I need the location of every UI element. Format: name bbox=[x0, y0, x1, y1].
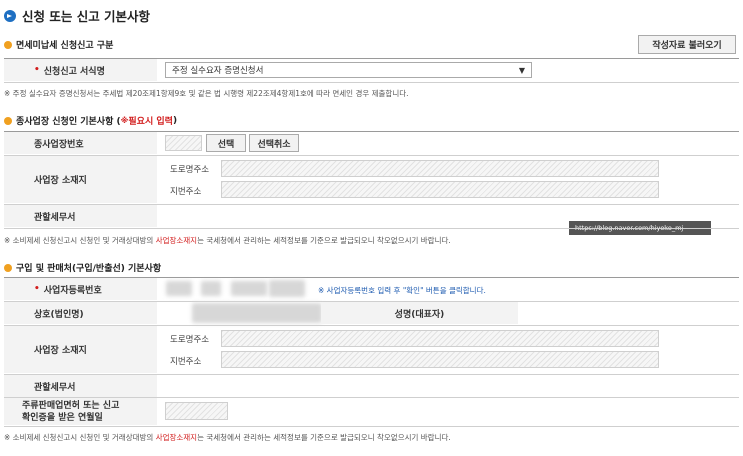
road-address-input[interactable] bbox=[221, 330, 659, 347]
lot-address-label: 지번주소 bbox=[170, 187, 202, 197]
row-label-reg-no: • 사업자등록번호 bbox=[4, 278, 157, 300]
divider bbox=[4, 426, 739, 427]
divider bbox=[4, 82, 739, 83]
lot-address-input[interactable] bbox=[221, 181, 659, 198]
reg-no-hint: ※ 사업자등록번호 입력 후 "확인" 버튼을 클릭합니다. bbox=[318, 286, 486, 295]
row-label-license-date: 주류판매업면허 또는 신고 확인증을 받은 연월일 bbox=[4, 398, 157, 425]
reg-no-part2-input[interactable] bbox=[201, 281, 221, 296]
road-address-input[interactable] bbox=[221, 160, 659, 177]
bullet-icon bbox=[4, 263, 12, 272]
bullet-icon bbox=[4, 116, 12, 125]
license-date-input[interactable] bbox=[165, 402, 228, 420]
arrow-circle-icon bbox=[4, 9, 16, 22]
required-star-icon: • bbox=[34, 65, 40, 75]
form-name-select[interactable]: 주정 실수요자 증명신청서 ▼ bbox=[165, 62, 532, 78]
row-label-representative: 성명(대표자) bbox=[321, 302, 518, 324]
reg-no-part3-input[interactable] bbox=[231, 281, 267, 296]
section-heading-exemption: 면세미납세 신청신고 구분 bbox=[4, 38, 113, 51]
lot-address-label: 지번주소 bbox=[170, 357, 202, 367]
form-note: ※ 주정 실수요자 증명신청서는 주세법 제20조제1항제9호 및 같은 법 시… bbox=[4, 89, 409, 98]
row-label-sub-business-no: 종사업장번호 bbox=[4, 132, 157, 154]
divider bbox=[4, 228, 739, 229]
row-label-company: 상호(법인명) bbox=[4, 302, 157, 324]
required-mark-icon: ※ bbox=[120, 116, 129, 125]
road-address-label: 도로명주소 bbox=[170, 335, 210, 345]
row-label-address: 사업장 소재지 bbox=[4, 326, 157, 373]
bullet-icon bbox=[4, 40, 12, 49]
sub-business-no-input[interactable] bbox=[165, 135, 202, 151]
company-name-value bbox=[192, 303, 322, 323]
select-button[interactable]: 선택 bbox=[206, 134, 246, 152]
load-saved-data-button[interactable]: 작성자료 불러오기 bbox=[638, 35, 736, 54]
row-label-tax-office: 관할세무서 bbox=[4, 375, 157, 397]
lot-address-input[interactable] bbox=[221, 351, 659, 368]
chevron-down-icon: ▼ bbox=[518, 65, 525, 75]
confirm-button[interactable] bbox=[269, 280, 305, 297]
row-label-form-name: • 신청신고 서식명 bbox=[4, 59, 157, 81]
road-address-label: 도로명주소 bbox=[170, 165, 210, 175]
row-label-tax-office: 관할세무서 bbox=[4, 205, 157, 227]
address-note: ※ 소비제세 신청신고시 신청인 및 거래상대방의 사업장소재지는 국세청에서 … bbox=[4, 433, 451, 442]
section-heading-applicant: 종사업장 신청인 기본사항 (※ 필요시 입력) bbox=[4, 114, 177, 127]
reg-no-part1-input[interactable] bbox=[166, 281, 192, 296]
required-star-icon: • bbox=[34, 284, 40, 294]
section-heading-counterparty: 구입 및 판매처(구입/반출선) 기본사항 bbox=[4, 261, 161, 274]
deselect-button[interactable]: 선택취소 bbox=[249, 134, 299, 152]
row-label-address: 사업장 소재지 bbox=[4, 156, 157, 203]
page-title: 신청 또는 신고 기본사항 bbox=[4, 6, 150, 25]
address-note: ※ 소비제세 신청신고시 신청인 및 거래상대방의 사업장소재지는 국세청에서 … bbox=[4, 236, 451, 245]
